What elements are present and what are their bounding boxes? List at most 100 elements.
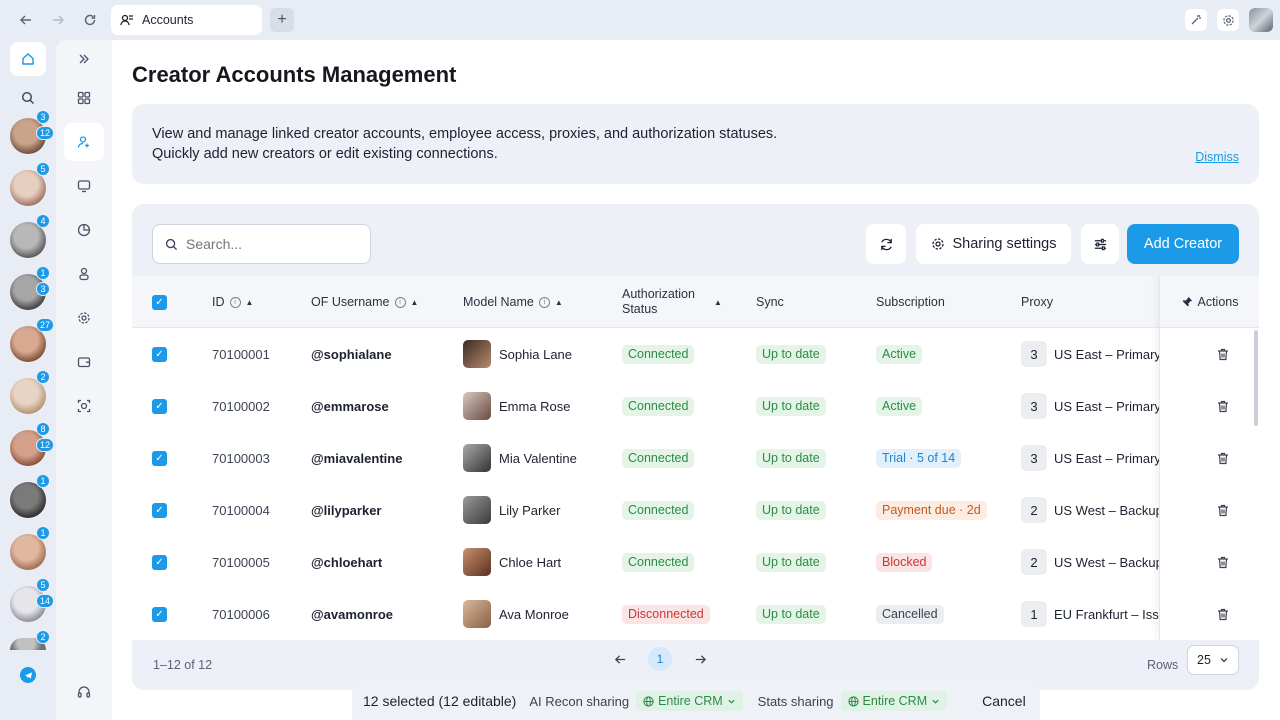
notification-badge: 3: [36, 110, 50, 124]
row-checkbox[interactable]: ✓: [152, 328, 167, 380]
notification-badge: 14: [36, 594, 55, 608]
proxy-count: 3: [1021, 445, 1047, 471]
row-model[interactable]: Mia Valentine: [463, 432, 577, 484]
select-all-checkbox[interactable]: ✓: [152, 276, 167, 328]
wallet-icon[interactable]: [64, 343, 104, 381]
search-icon[interactable]: [18, 88, 38, 108]
delete-icon[interactable]: [1216, 588, 1230, 640]
row-model[interactable]: Chloe Hart: [463, 536, 561, 588]
column-authorization-status[interactable]: Authorization Status ▲: [622, 276, 722, 328]
column-proxy[interactable]: Proxy: [1021, 276, 1053, 328]
table-row[interactable]: ✓ 70100006 @avamonroe Ava Monroe Disconnecte…: [132, 588, 1259, 640]
next-page-icon[interactable]: [688, 647, 712, 671]
row-proxy[interactable]: 3 US East – Primary: [1021, 432, 1161, 484]
search-input[interactable]: [186, 236, 356, 252]
cancel-selection-button[interactable]: Cancel: [982, 693, 1026, 709]
sort-asc-icon: ▲: [713, 297, 722, 307]
home-icon[interactable]: [10, 42, 46, 76]
rows-per-page-select[interactable]: 25: [1187, 645, 1239, 675]
column-of-username[interactable]: OF Username i ▲: [311, 276, 418, 328]
row-checkbox[interactable]: ✓: [152, 536, 167, 588]
delete-icon[interactable]: [1216, 328, 1230, 380]
row-subscription: Trial · 5 of 14: [876, 432, 962, 484]
support-headset-icon[interactable]: [64, 673, 104, 711]
scan-face-icon[interactable]: [64, 387, 104, 425]
row-username[interactable]: @miavalentine: [311, 432, 402, 484]
monitor-icon[interactable]: [64, 167, 104, 205]
settings-icon[interactable]: [64, 299, 104, 337]
row-proxy[interactable]: 3 US East – Primary: [1021, 328, 1161, 380]
row-checkbox[interactable]: ✓: [152, 380, 167, 432]
row-model[interactable]: Lily Parker: [463, 484, 560, 536]
row-id: 70100001: [212, 346, 270, 362]
expand-sidebar-icon[interactable]: [64, 40, 104, 78]
ai-recon-value: Entire CRM: [658, 694, 723, 708]
ai-recon-sharing-select[interactable]: Entire CRM: [636, 691, 743, 711]
subscription-badge: Active: [876, 396, 923, 416]
telegram-icon[interactable]: [20, 667, 36, 683]
row-username[interactable]: @sophialane: [311, 328, 392, 380]
prev-page-icon[interactable]: [608, 647, 632, 671]
table-row[interactable]: ✓ 70100003 @miavalentine Mia Valentine Conne…: [132, 432, 1259, 484]
row-model[interactable]: Ava Monroe: [463, 588, 569, 640]
proxy-name: EU Frankfurt – Issu: [1054, 606, 1166, 622]
back-icon[interactable]: [16, 10, 36, 30]
accounts-nav-icon[interactable]: [64, 123, 104, 161]
search-field[interactable]: [152, 224, 371, 264]
column-model-label: Model Name: [463, 295, 534, 309]
browser-tab-accounts[interactable]: Accounts: [111, 5, 262, 35]
row-checkbox[interactable]: ✓: [152, 484, 167, 536]
column-filters-button[interactable]: [1081, 224, 1119, 264]
row-username[interactable]: @emmarose: [311, 380, 389, 432]
proxy-count: 2: [1021, 549, 1047, 575]
row-username[interactable]: @chloehart: [311, 536, 382, 588]
table-scrollbar[interactable]: [1254, 330, 1258, 426]
row-checkbox[interactable]: ✓: [152, 432, 167, 484]
team-icon[interactable]: [64, 255, 104, 293]
pie-chart-icon[interactable]: [64, 211, 104, 249]
reload-icon[interactable]: [80, 10, 100, 30]
table-row[interactable]: ✓ 70100001 @sophialane Sophia Lane Connected…: [132, 328, 1259, 380]
row-proxy[interactable]: 1 EU Frankfurt – Issu: [1021, 588, 1166, 640]
row-proxy[interactable]: 2 US West – Backup: [1021, 536, 1163, 588]
row-model[interactable]: Sophia Lane: [463, 328, 572, 380]
subscription-badge: Trial · 5 of 14: [876, 448, 962, 468]
table-row[interactable]: ✓ 70100004 @lilyparker Lily Parker Connected…: [132, 484, 1259, 536]
row-model[interactable]: Emma Rose: [463, 380, 571, 432]
row-username[interactable]: @avamonroe: [311, 588, 393, 640]
new-tab-button[interactable]: +: [270, 8, 294, 32]
sharing-settings-button[interactable]: Sharing settings: [916, 224, 1071, 264]
delete-icon[interactable]: [1216, 432, 1230, 484]
model-photo: [463, 392, 491, 420]
column-id[interactable]: ID i ▲: [212, 276, 253, 328]
column-sync[interactable]: Sync: [756, 276, 784, 328]
notification-badge: 3: [36, 282, 50, 296]
magic-wand-icon[interactable]: [1185, 9, 1207, 31]
refresh-button[interactable]: [866, 224, 906, 264]
table-row[interactable]: ✓ 70100005 @chloehart Chloe Hart Connected Up…: [132, 536, 1259, 588]
checkmark-icon: ✓: [152, 398, 167, 414]
row-proxy[interactable]: 2 US West – Backup: [1021, 484, 1163, 536]
add-creator-button[interactable]: Add Creator: [1127, 224, 1239, 264]
dashboard-grid-icon[interactable]: [64, 79, 104, 117]
chevron-down-icon: [728, 699, 735, 704]
info-text-line-1: View and manage linked creator accounts,…: [152, 126, 778, 142]
table-row[interactable]: ✓ 70100002 @emmarose Emma Rose Connected Up t…: [132, 380, 1259, 432]
row-proxy[interactable]: 3 US East – Primary: [1021, 380, 1161, 432]
model-photo: [463, 496, 491, 524]
column-subscription[interactable]: Subscription: [876, 276, 945, 328]
settings-gear-icon[interactable]: [1217, 9, 1239, 31]
user-avatar[interactable]: [1249, 8, 1273, 32]
delete-icon[interactable]: [1216, 484, 1230, 536]
column-model-name[interactable]: Model Name i ▲: [463, 276, 563, 328]
forward-icon[interactable]: [48, 10, 68, 30]
row-checkbox[interactable]: ✓: [152, 588, 167, 640]
plus-icon: +: [277, 11, 287, 28]
dismiss-link[interactable]: Dismiss: [1195, 147, 1239, 167]
page-number[interactable]: 1: [648, 647, 672, 671]
delete-icon[interactable]: [1216, 380, 1230, 432]
stats-sharing-select[interactable]: Entire CRM: [840, 691, 948, 711]
delete-icon[interactable]: [1216, 536, 1230, 588]
subscription-badge: Payment due · 2d: [876, 500, 987, 520]
row-username[interactable]: @lilyparker: [311, 484, 382, 536]
